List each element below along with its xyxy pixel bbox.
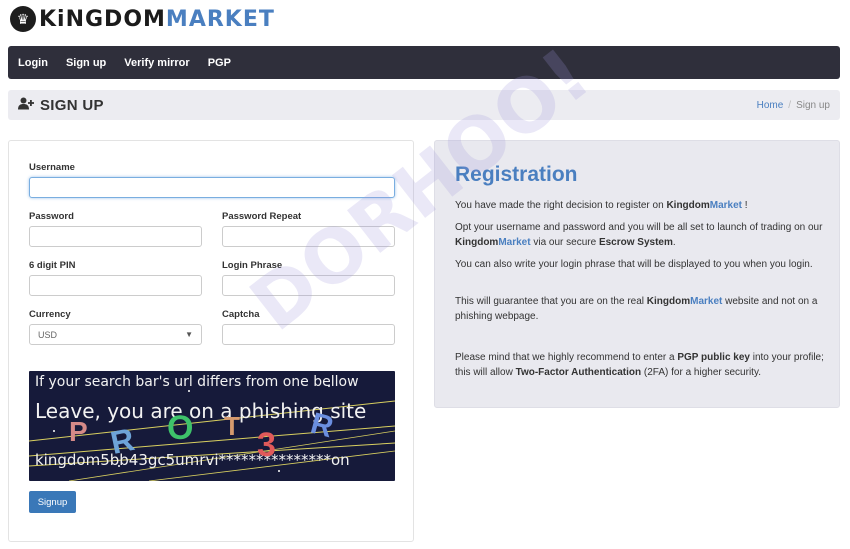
registration-info-panel: Registration You have made the right dec… — [434, 140, 840, 408]
logo-text-kingdom: KiNGDOM — [39, 6, 166, 32]
captcha-char: P — [69, 416, 88, 447]
username-label: Username — [29, 162, 75, 173]
logo-text-market: MARKET — [165, 6, 275, 32]
breadcrumb-home[interactable]: Home — [757, 100, 784, 111]
crown-emblem-icon: ♛ — [10, 6, 36, 32]
registration-paragraph-2: Opt your username and password and you w… — [455, 222, 823, 248]
nav-login[interactable]: Login — [18, 57, 48, 69]
captcha-warning-line1: If your search bar's url differs from on… — [35, 374, 359, 390]
registration-title: Registration — [455, 163, 578, 186]
breadcrumb: Home / Sign up — [756, 99, 830, 111]
password-repeat-label: Password Repeat — [222, 211, 302, 222]
currency-value: USD — [38, 329, 58, 340]
login-phrase-input[interactable] — [222, 275, 395, 296]
currency-label: Currency — [29, 309, 71, 320]
captcha-image: If your search bar's url differs from on… — [29, 371, 395, 481]
login-phrase-label: Login Phrase — [222, 260, 283, 271]
currency-select[interactable]: USD ▼ — [29, 324, 202, 345]
captcha-url-line: kingdom5bb43gc5umrvi***************on — [35, 451, 350, 469]
captcha-input[interactable] — [222, 324, 395, 345]
captcha-char: T — [224, 411, 240, 441]
registration-paragraph-5: Please mind that we highly recommend to … — [455, 352, 824, 378]
registration-paragraph-4: This will guarantee that you are on the … — [455, 296, 818, 322]
page-title: SIGN UP — [18, 97, 104, 114]
pin-input[interactable] — [29, 275, 202, 296]
captcha-char: 3 — [257, 426, 276, 464]
signup-button[interactable]: Signup — [29, 491, 76, 513]
user-plus-icon — [18, 97, 34, 113]
nav-sign-up[interactable]: Sign up — [66, 57, 106, 69]
page-title-text: SIGN UP — [40, 96, 104, 114]
registration-paragraph-3: You can also write your login phrase tha… — [455, 259, 813, 270]
captcha-label: Captcha — [222, 309, 260, 320]
password-repeat-input[interactable] — [222, 226, 395, 247]
username-input[interactable] — [29, 177, 395, 198]
captcha-char: O — [167, 409, 194, 447]
pin-label: 6 digit PIN — [29, 260, 76, 271]
chevron-down-icon: ▼ — [185, 330, 193, 339]
page-title-bar: SIGN UP Home / Sign up — [8, 90, 840, 120]
password-input[interactable] — [29, 226, 202, 247]
signup-form: Username Password Password Repeat 6 digi… — [8, 140, 414, 542]
breadcrumb-current: Sign up — [796, 99, 830, 111]
nav-verify-mirror[interactable]: Verify mirror — [124, 57, 189, 69]
site-logo[interactable]: ♛ KiNGDOMMARKET — [10, 4, 275, 34]
main-navbar: Login Sign up Verify mirror PGP — [8, 46, 840, 79]
registration-paragraph-1: You have made the right decision to regi… — [455, 200, 748, 211]
password-label: Password — [29, 211, 74, 222]
nav-pgp[interactable]: PGP — [208, 57, 231, 69]
